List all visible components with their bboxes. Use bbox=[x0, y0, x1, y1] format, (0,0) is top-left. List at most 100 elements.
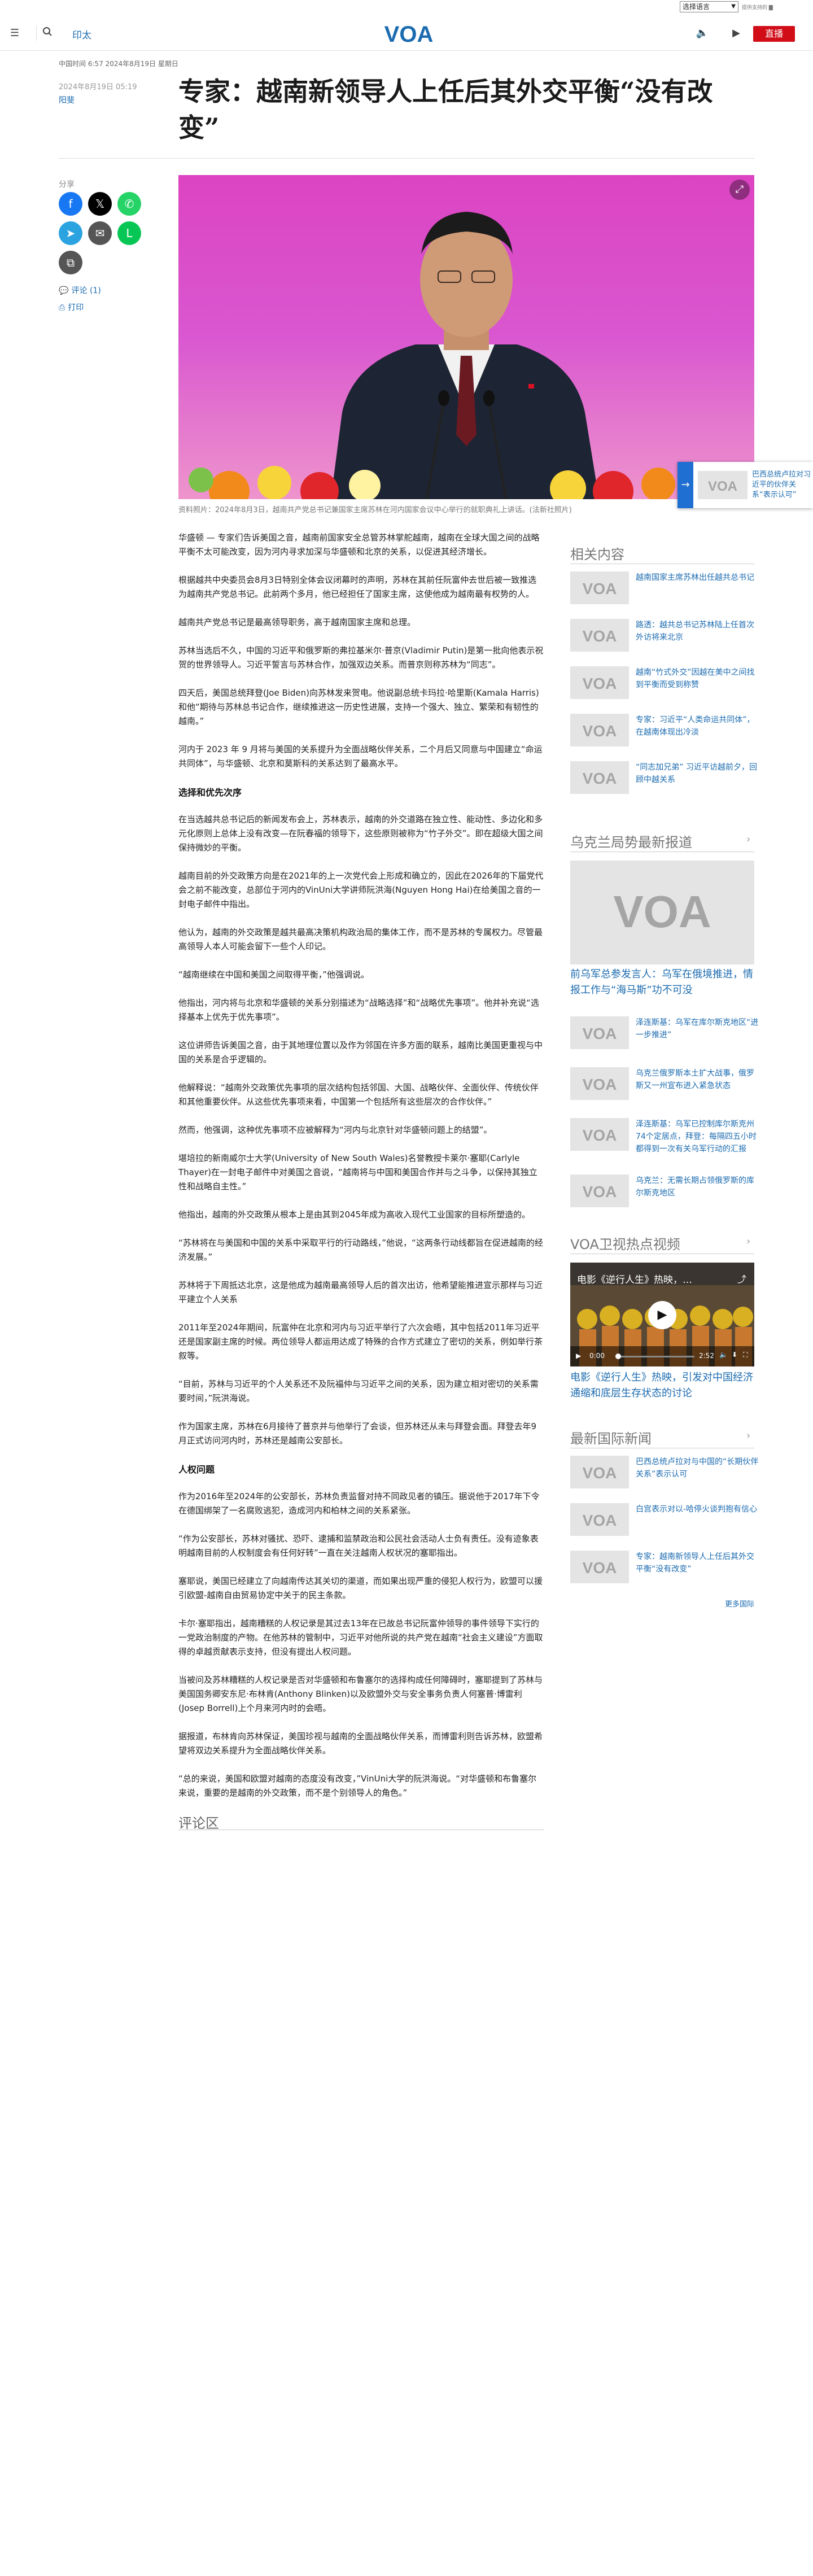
chevron-right-icon[interactable]: › bbox=[746, 1430, 750, 1442]
article-paragraph: 他认为，越南的外交政策是越共最高决策机构政治局的集体工作，而不是苏林的专属权力。… bbox=[178, 927, 543, 951]
author-link[interactable]: 阳斐 bbox=[59, 94, 75, 106]
print-link[interactable]: ⎙ 打印 bbox=[59, 302, 84, 313]
video-progress[interactable] bbox=[615, 1356, 694, 1357]
svg-text:VOA: VOA bbox=[583, 770, 617, 787]
item-thumbnail[interactable]: VOA bbox=[570, 1551, 629, 1583]
hero-photo bbox=[178, 175, 754, 499]
comments-heading: 评论区 bbox=[178, 1815, 219, 1831]
item-thumbnail[interactable]: VOA bbox=[570, 1456, 629, 1488]
item-title[interactable]: 专家：越南新领导人上任后其外交平衡“没有改变” bbox=[636, 1551, 761, 1575]
item-title[interactable]: 泽连斯基：乌军在库尔斯克地区“进一步推进” bbox=[636, 1016, 761, 1041]
print-icon: ⎙ bbox=[59, 303, 65, 312]
intl-heading[interactable]: 最新国际新闻 bbox=[570, 1427, 652, 1447]
floating-story-card[interactable]: → VOA 巴西总统卢拉对习近平的伙伴关系“表示认可” bbox=[678, 462, 813, 508]
facebook-share-button[interactable]: f bbox=[59, 192, 82, 216]
voa-thumbnail[interactable]: VOA bbox=[570, 1175, 629, 1207]
item-thumbnail[interactable]: VOA bbox=[570, 761, 629, 794]
header-divider bbox=[36, 26, 37, 41]
item-thumbnail[interactable]: VOA bbox=[570, 1503, 629, 1536]
language-select[interactable]: 选择语言 ▼ bbox=[680, 1, 738, 12]
item-title[interactable]: 越南“竹式外交”因越在美中之间找到平衡而受到称赞 bbox=[636, 666, 761, 691]
copy-link-share-button[interactable]: ⧉ bbox=[59, 251, 82, 274]
voa-thumbnail[interactable]: VOA bbox=[570, 761, 629, 794]
item-title[interactable]: 巴西总统卢拉对与中国的“长期伙伴关系”表示认可 bbox=[636, 1456, 761, 1481]
volume-icon[interactable]: 🔈 bbox=[719, 1351, 728, 1359]
language-select-label: 选择语言 bbox=[683, 3, 710, 11]
voa-thumbnail[interactable]: VOA bbox=[570, 1456, 629, 1488]
item-thumbnail[interactable]: VOA bbox=[570, 1118, 629, 1151]
svg-text:VOA: VOA bbox=[583, 1127, 617, 1144]
item-title[interactable]: “同志加兄弟” 习近平访越前夕，回顾中越关系 bbox=[636, 761, 761, 786]
ukraine-feature-thumbnail[interactable]: VOA bbox=[570, 861, 754, 964]
play-small-icon[interactable]: ▶ bbox=[576, 1352, 581, 1360]
site-header: ☰ 印太 VOA 🔈 ▶ 直播 bbox=[0, 16, 813, 51]
more-intl-link[interactable]: 更多国际 bbox=[725, 1598, 754, 1609]
article-paragraph: 据报道，布林肯向苏林保证，美国珍视与越南的全面战略伙伴关系，而博雷利则告诉苏林，… bbox=[178, 1731, 543, 1756]
item-thumbnail[interactable]: VOA bbox=[570, 714, 629, 746]
play-icon[interactable]: ▶ bbox=[648, 1301, 676, 1329]
ukraine-heading[interactable]: 乌克兰局势最新报道 bbox=[570, 831, 692, 851]
svg-text:VOA: VOA bbox=[708, 479, 737, 494]
voa-thumbnail[interactable]: VOA bbox=[570, 619, 629, 652]
comments-link-label: 评论 (1) bbox=[71, 286, 101, 295]
chevron-right-icon[interactable]: › bbox=[746, 833, 750, 845]
article-paragraph: 他指出，河内将与北京和华盛顿的关系分别描述为“战略选择”和“战略优先事项”。他并… bbox=[178, 998, 539, 1022]
voa-thumbnail[interactable]: VOA bbox=[570, 1503, 629, 1536]
article-paragraph: 塞耶说，美国已经建立了向越南传达其关切的渠道，而如果出现严重的侵犯人权行为，欧盟… bbox=[178, 1576, 543, 1600]
item-thumbnail[interactable]: VOA bbox=[570, 1175, 629, 1207]
video-overlay-title: 电影《逆行人生》热映，… bbox=[577, 1274, 692, 1286]
voa-thumbnail[interactable]: VOA bbox=[570, 1118, 629, 1151]
item-thumbnail[interactable]: VOA bbox=[570, 571, 629, 604]
item-thumbnail[interactable]: VOA bbox=[570, 666, 629, 699]
voa-thumbnail[interactable]: VOA bbox=[570, 571, 629, 604]
chevron-right-icon[interactable]: › bbox=[746, 1235, 750, 1247]
item-title[interactable]: 白宫表示对以-哈停火谈判抱有信心 bbox=[636, 1503, 761, 1516]
svg-text:VOA: VOA bbox=[384, 22, 434, 45]
item-title[interactable]: 泽连斯基：乌军已控制库尔斯克州74个定居点，拜登：每隔四五小时都得到一次有关乌军… bbox=[636, 1118, 761, 1155]
download-icon[interactable]: ⬇ bbox=[732, 1351, 737, 1359]
video-duration: 2:52 bbox=[699, 1352, 714, 1360]
search-icon[interactable] bbox=[41, 27, 54, 40]
share-icon[interactable]: ⤴ bbox=[737, 1272, 746, 1285]
whatsapp-share-button[interactable]: ✆ bbox=[117, 192, 141, 216]
line-share-button[interactable]: L bbox=[117, 221, 141, 245]
ukraine-feature-title[interactable]: 前乌军总参发言人：乌军在俄境推进，情报工作与“海马斯”功不可没 bbox=[570, 967, 754, 998]
comments-link[interactable]: 💬 评论 (1) bbox=[59, 285, 101, 296]
email-share-button[interactable]: ✉ bbox=[88, 221, 112, 245]
item-title[interactable]: 路透：越共总书记苏林陆上任首次外访将来北京 bbox=[636, 619, 761, 644]
item-title[interactable]: 专家：习近平“人类命运共同体”，在越南体现出冷淡 bbox=[636, 714, 761, 739]
video-heading[interactable]: VOA卫视热点视频 bbox=[570, 1233, 680, 1253]
telegram-share-button[interactable]: ➤ bbox=[59, 221, 82, 245]
email-icon: ✉ bbox=[95, 226, 105, 240]
item-title[interactable]: 乌克兰：无需长期占领俄罗斯的库尔斯克地区 bbox=[636, 1175, 761, 1199]
video-caption[interactable]: 电影《逆行人生》热映，引发对中国经济通缩和底层生存状态的讨论 bbox=[570, 1370, 754, 1401]
voa-thumbnail[interactable]: VOA bbox=[570, 1016, 629, 1049]
fullscreen-icon[interactable]: ⛶ bbox=[743, 1351, 748, 1359]
voa-thumbnail[interactable]: VOA bbox=[570, 1067, 629, 1100]
voa-thumbnail[interactable]: VOA bbox=[570, 714, 629, 746]
video-icon[interactable]: ▶ bbox=[729, 27, 743, 40]
item-title[interactable]: 越南国家主席苏林出任越共总书记 bbox=[636, 571, 761, 584]
section-link[interactable]: 印太 bbox=[72, 27, 91, 41]
arrow-right-icon[interactable]: → bbox=[678, 462, 693, 508]
svg-text:VOA: VOA bbox=[583, 1076, 617, 1093]
article-paragraph: 作为2016年至2024年的公安部长，苏林负责监督对持不同政见者的镇压。据说他于… bbox=[178, 1491, 540, 1516]
menu-icon[interactable]: ☰ bbox=[8, 27, 21, 40]
voa-logo[interactable]: VOA bbox=[381, 21, 437, 45]
item-thumbnail[interactable]: VOA bbox=[570, 619, 629, 652]
comment-icon: 💬 bbox=[59, 286, 69, 295]
svg-text:VOA: VOA bbox=[583, 1025, 617, 1042]
live-button[interactable]: 直播 bbox=[753, 26, 795, 42]
item-title[interactable]: 乌克兰俄罗斯本土扩大战事，俄罗斯又一州宣布进入紧急状态 bbox=[636, 1067, 761, 1092]
voa-thumbnail[interactable]: VOA bbox=[570, 666, 629, 699]
video-scrubber[interactable] bbox=[615, 1354, 621, 1359]
video-elapsed: 0:00 bbox=[589, 1352, 605, 1360]
audio-icon[interactable]: 🔈 bbox=[696, 27, 709, 40]
svg-text:VOA: VOA bbox=[583, 1464, 617, 1482]
expand-icon[interactable]: ⤢ bbox=[729, 180, 750, 200]
x-share-button[interactable]: 𝕏 bbox=[88, 192, 112, 216]
voa-thumbnail[interactable]: VOA bbox=[570, 1551, 629, 1583]
item-thumbnail[interactable]: VOA bbox=[570, 1016, 629, 1049]
article-paragraph: “总的来说，美国和欧盟对越南的态度没有改变，”VinUni大学的阮洪海说。“对华… bbox=[178, 1774, 537, 1798]
item-thumbnail[interactable]: VOA bbox=[570, 1067, 629, 1100]
